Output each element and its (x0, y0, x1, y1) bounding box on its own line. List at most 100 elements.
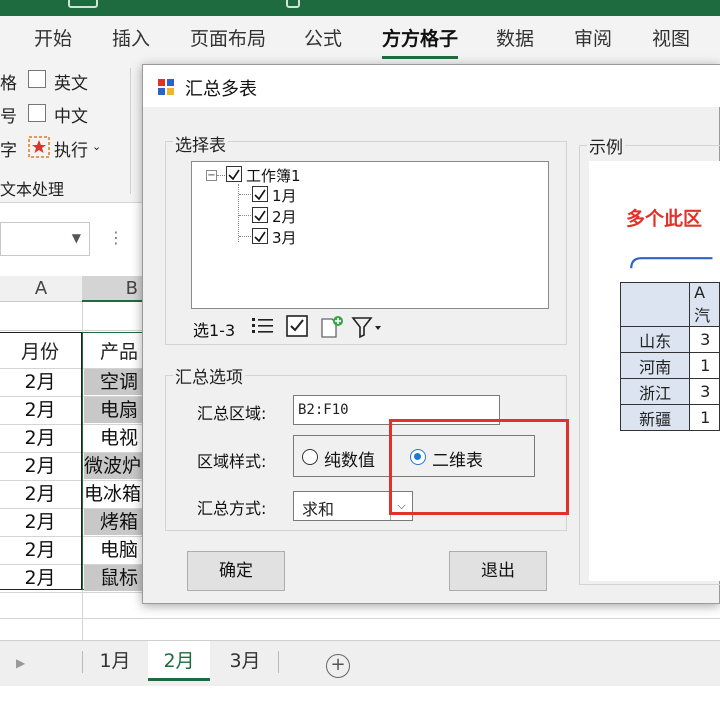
tree-line (239, 215, 251, 216)
tab-separator (82, 651, 83, 673)
brace-icon (630, 257, 713, 269)
tab-insert[interactable]: 插入 (112, 24, 150, 51)
table-cell[interactable]: 2月 (0, 536, 80, 564)
add-sheet-icon[interactable]: + (326, 654, 350, 678)
execute-icon[interactable] (28, 136, 50, 158)
table-cell[interactable]: 2月 (0, 396, 80, 424)
table-cell[interactable]: 微波炉 (84, 453, 142, 479)
table-cell[interactable]: 电视 (84, 425, 142, 451)
example-row-label: 浙江 (619, 378, 691, 405)
header-product[interactable]: 产品 (84, 336, 142, 368)
tree-line (239, 236, 251, 237)
table-cell[interactable]: 电脑 (84, 537, 142, 563)
table-cell[interactable]: 电冰箱 (84, 481, 142, 507)
scroll-right-icon[interactable]: ▶ (16, 656, 25, 670)
chevron-down-icon[interactable]: ⌄ (92, 140, 101, 153)
sheet-tab-jan[interactable]: 1月 (84, 641, 146, 681)
table-cell[interactable]: 烤箱 (84, 509, 142, 535)
check-all-icon[interactable] (285, 315, 309, 337)
tab-data[interactable]: 数据 (496, 24, 534, 51)
method-value: 求和 (302, 500, 335, 519)
filter-icon[interactable] (351, 315, 383, 339)
tab-formulas[interactable]: 公式 (304, 24, 342, 51)
selection-range-label: 选1-3 (193, 321, 236, 340)
chinese-label: 中文 (54, 107, 88, 127)
sheet-checkbox-jan[interactable] (252, 186, 268, 202)
plain-values-radio[interactable] (302, 449, 318, 465)
ribbon-group-label: 文本处理 (0, 180, 65, 199)
table-cell[interactable]: 2月 (0, 424, 80, 452)
collapse-icon[interactable]: − (206, 170, 217, 181)
table-cell[interactable]: 2月 (0, 368, 80, 396)
tab-separator (278, 651, 279, 673)
save-icon[interactable] (286, 0, 300, 8)
sheet-tab-bar: 1月 2月 3月 (0, 640, 720, 686)
name-box[interactable]: ▼ (0, 222, 90, 256)
chevron-down-icon[interactable]: ▼ (72, 231, 81, 245)
title-bar (0, 0, 720, 16)
english-checkbox[interactable] (28, 70, 46, 88)
sheet-label-feb[interactable]: 2月 (272, 206, 297, 227)
header-month[interactable]: 月份 (0, 336, 80, 368)
tree-line (238, 184, 239, 242)
sheet-label-mar[interactable]: 3月 (272, 227, 297, 248)
chinese-checkbox[interactable] (28, 104, 46, 122)
example-row-value: 3 (689, 326, 720, 353)
example-table: A汽 山东 3 河南 1 浙江 3 新疆 1 (619, 282, 720, 431)
table-cell[interactable]: 电扇 (84, 397, 142, 423)
sheet-checkbox-feb[interactable] (252, 207, 268, 223)
select-table-label: 选择表 (173, 131, 228, 156)
example-col-header: A汽 (689, 282, 720, 327)
english-label: 英文 (54, 74, 88, 94)
sheet-tree[interactable]: − 工作簿1 1月 2月 3月 (191, 161, 549, 309)
table-cell[interactable]: 2月 (0, 508, 80, 536)
tree-line (217, 175, 225, 176)
tab-fangfang[interactable]: 方方格子 (382, 24, 459, 59)
example-row-label: 新疆 (619, 404, 691, 431)
example-corner-cell (619, 282, 691, 327)
ribbon-tabs: 开始 插入 页面布局 公式 方方格子 数据 审阅 视图 (0, 16, 720, 60)
more-icon: ⋮ (108, 228, 124, 247)
workbook-label[interactable]: 工作簿1 (246, 165, 301, 186)
ok-button[interactable]: 确定 (187, 551, 285, 591)
list-icon[interactable] (251, 315, 275, 337)
table-cell[interactable]: 鼠标 (84, 565, 142, 591)
table-cell[interactable]: 2月 (0, 452, 80, 480)
style-label: 区域样式: (197, 452, 267, 471)
example-row-label: 山东 (619, 326, 691, 353)
example-title: 多个此区 (626, 208, 703, 230)
execute-button[interactable]: 执行 (54, 136, 88, 161)
table-cell[interactable]: 2月 (0, 564, 80, 592)
plain-values-label[interactable]: 纯数值 (324, 446, 375, 471)
sheet-tab-mar[interactable]: 3月 (214, 641, 276, 681)
dialog-title: 汇总多表 (185, 79, 257, 100)
sheet-tab-feb[interactable]: 2月 (148, 641, 210, 681)
tab-page-layout[interactable]: 页面布局 (190, 24, 266, 51)
ribbon-separator (130, 68, 131, 194)
ribbon-row3-text: 字 (0, 141, 17, 161)
example-label: 示例 (587, 133, 625, 158)
grid-line (0, 618, 720, 619)
workbook-checkbox[interactable] (226, 166, 242, 182)
table-cell[interactable]: 2月 (0, 480, 80, 508)
example-row-label: 河南 (619, 352, 691, 379)
sheet-checkbox-mar[interactable] (252, 228, 268, 244)
table-cell[interactable]: 空调 (84, 369, 142, 395)
tab-view[interactable]: 视图 (652, 24, 690, 51)
example-row-value: 3 (689, 378, 720, 405)
quick-access-icon[interactable] (68, 0, 98, 8)
column-header-b[interactable]: B (82, 276, 144, 302)
column-header-a[interactable]: A (0, 276, 82, 302)
ribbon-row1-text: 格 (0, 74, 17, 94)
sheet-label-jan[interactable]: 1月 (272, 185, 297, 206)
tab-review[interactable]: 审阅 (574, 24, 612, 51)
ribbon-row2-text: 号 (0, 107, 17, 127)
tab-home[interactable]: 开始 (34, 24, 72, 51)
method-label: 汇总方式: (197, 499, 267, 518)
tree-line (239, 194, 251, 195)
example-row-value: 1 (689, 352, 720, 379)
highlight-box (389, 419, 569, 515)
app-icon (158, 79, 174, 95)
add-item-icon[interactable] (319, 315, 345, 339)
exit-button[interactable]: 退出 (449, 551, 547, 591)
